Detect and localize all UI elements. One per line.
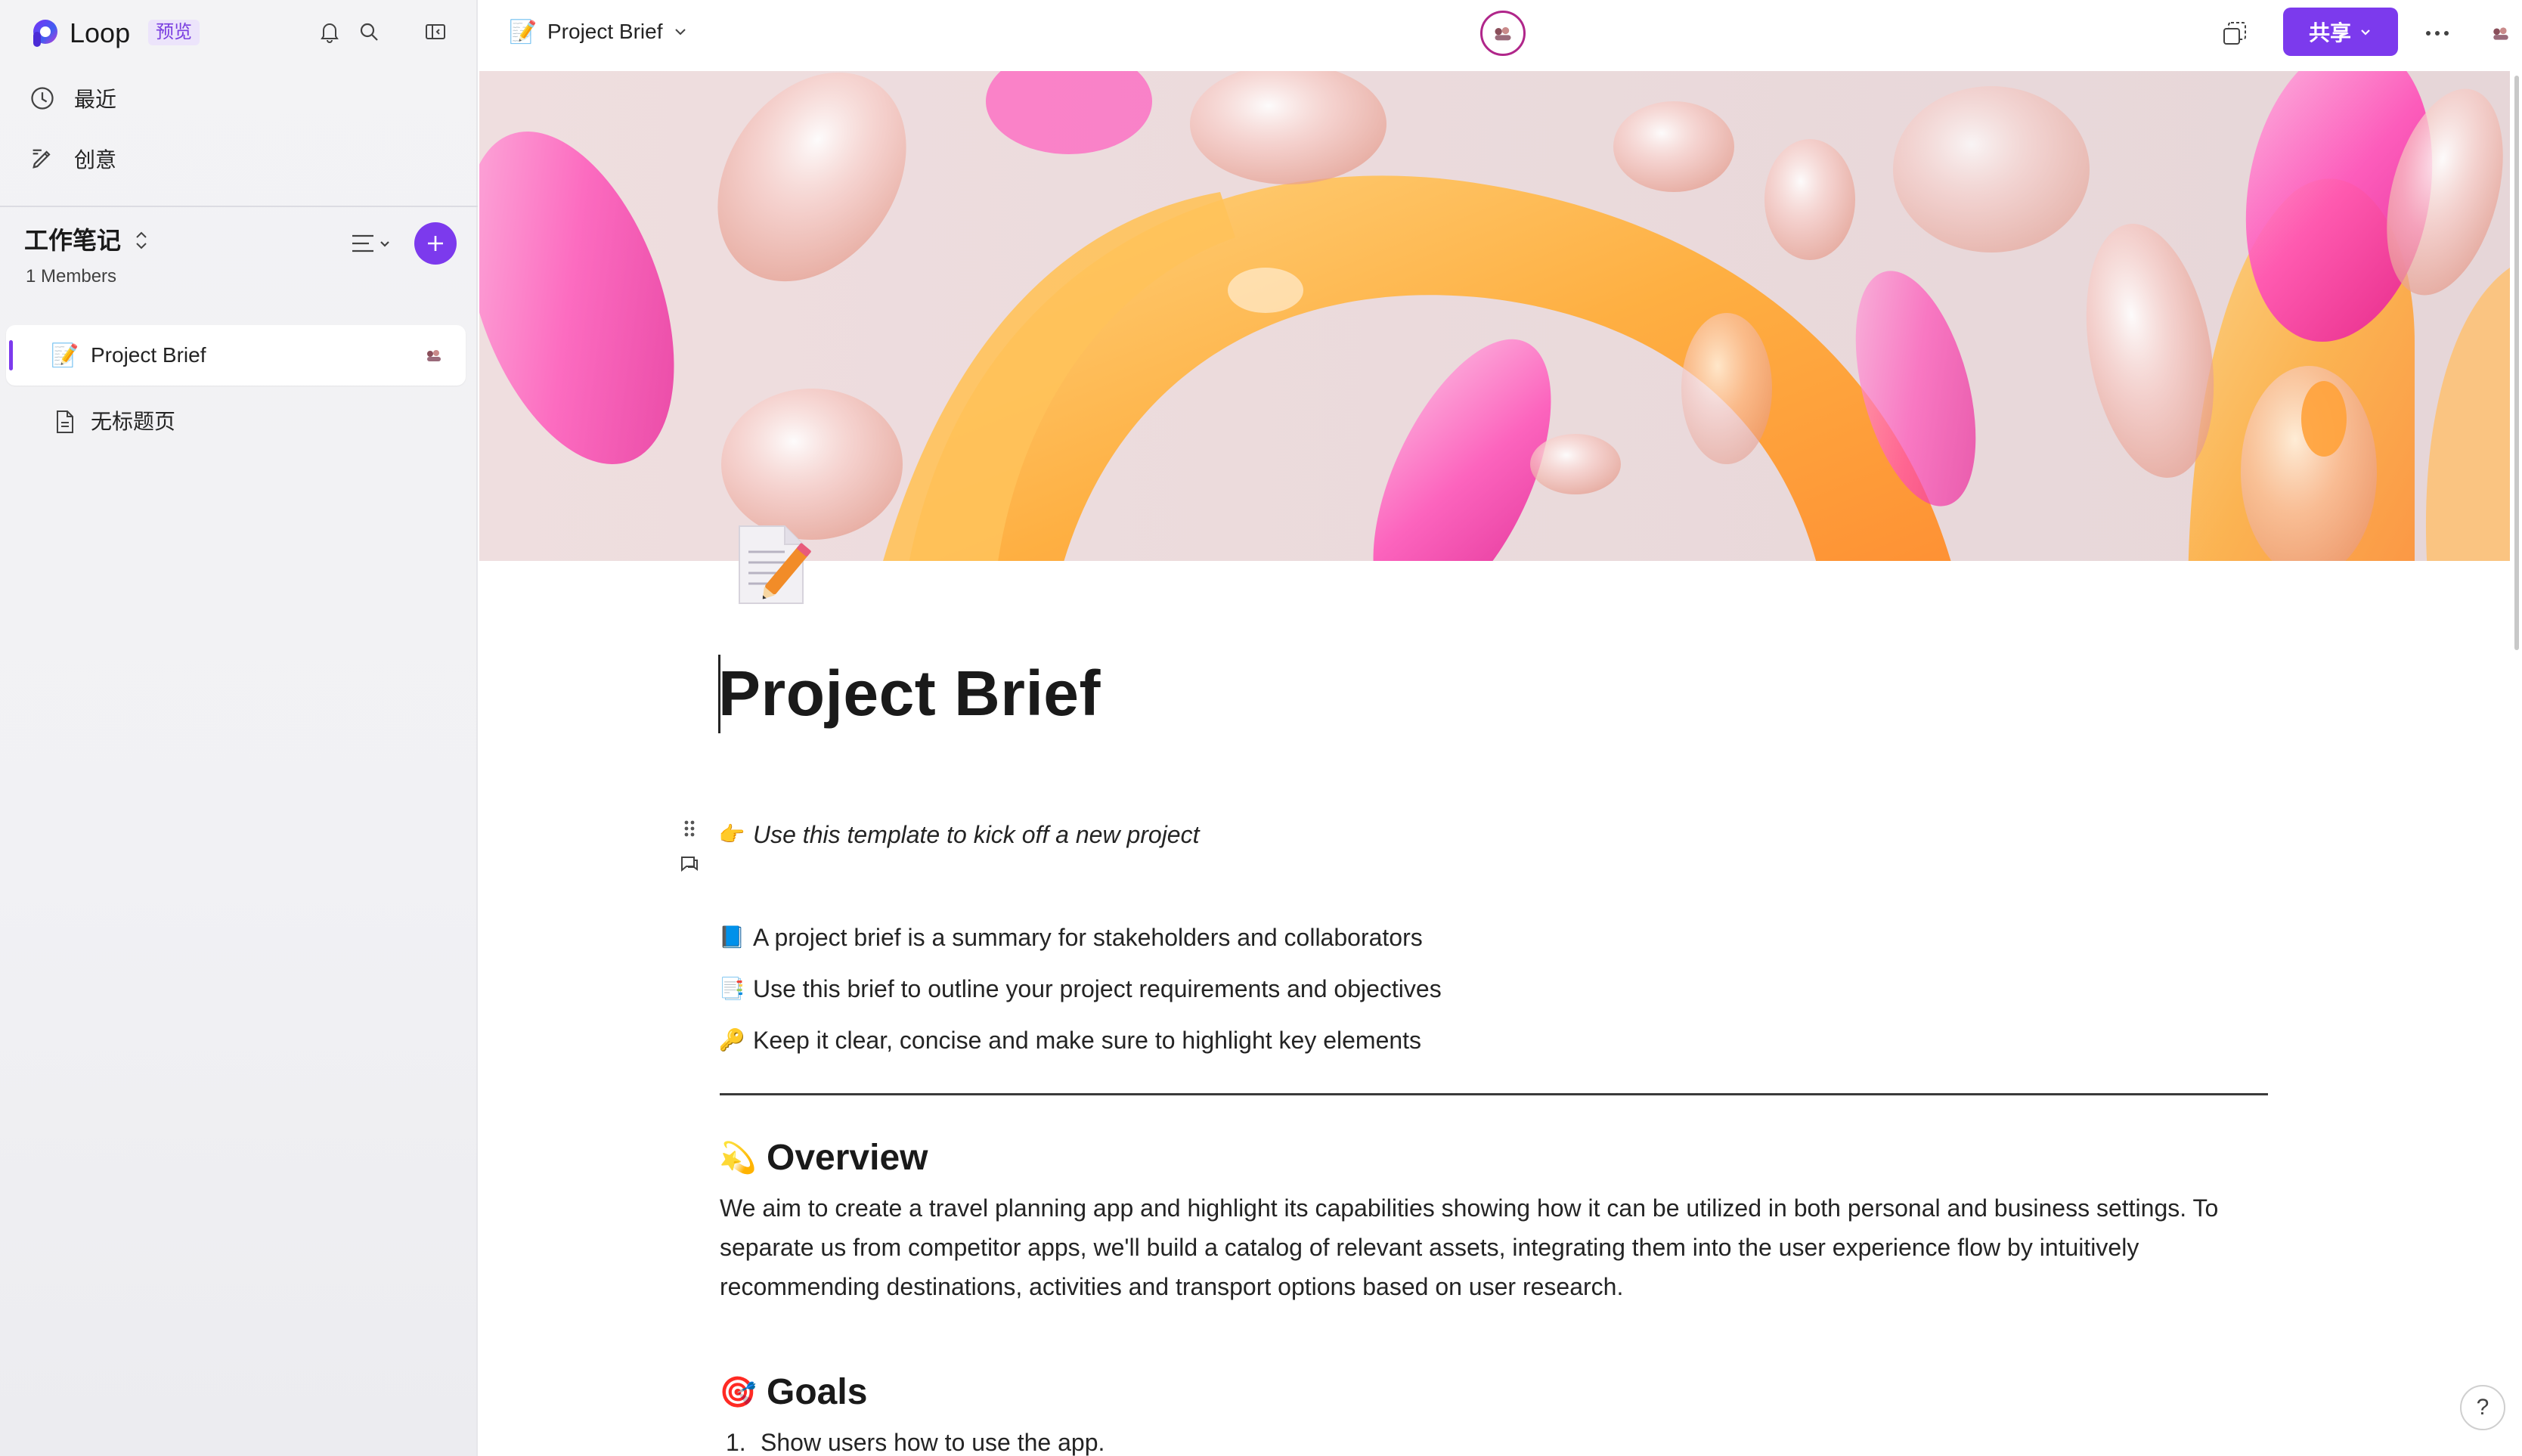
pointing-hand-icon: 👉: [718, 822, 745, 846]
list-item[interactable]: 1. Show users how to use the app.: [726, 1426, 1105, 1456]
loop-logo-icon[interactable]: [27, 17, 60, 50]
active-indicator: [9, 340, 13, 370]
target-icon: 🎯: [719, 1376, 757, 1409]
list-item[interactable]: 🔑 Keep it clear, concise and make sure t…: [718, 1024, 1421, 1057]
workspace-title[interactable]: 工作笔记: [24, 224, 151, 257]
overview-paragraph[interactable]: We aim to create a travel planning app a…: [720, 1188, 2277, 1306]
sidebar-divider: [0, 206, 478, 207]
chevron-down-icon: [674, 29, 686, 36]
plus-icon: [428, 236, 443, 251]
collapse-sidebar-icon[interactable]: [420, 17, 451, 47]
sidebar-header: Loop 预览: [0, 0, 478, 65]
share-button[interactable]: 共享: [2283, 8, 2398, 56]
list-item[interactable]: 📘 A project brief is a summary for stake…: [718, 921, 1423, 954]
key-icon: 🔑: [718, 1028, 745, 1052]
sidebar-page-untitled[interactable]: 无标题页: [6, 392, 466, 452]
sort-options-button[interactable]: [348, 227, 398, 260]
bell-icon[interactable]: [314, 17, 345, 47]
blue-book-icon: 📘: [718, 925, 745, 949]
page-label: 无标题页: [91, 410, 176, 433]
more-options-icon[interactable]: [2419, 15, 2455, 51]
app-name: Loop: [70, 17, 131, 48]
clock-icon: [27, 83, 57, 113]
memo-icon: 📝: [509, 19, 538, 45]
divider: [720, 1093, 2268, 1095]
preview-badge: 预览: [148, 20, 200, 45]
breadcrumb[interactable]: 📝 Project Brief: [509, 15, 689, 48]
document-icon: [50, 407, 80, 437]
nav-item-recent[interactable]: 最近: [27, 76, 116, 121]
drag-handle-icon[interactable]: [680, 818, 699, 839]
memo-icon[interactable]: [729, 517, 813, 608]
collaborator-avatar-icon: [427, 350, 441, 361]
workspace-view-icon[interactable]: [2217, 15, 2253, 51]
top-bar: 📝 Project Brief 共享: [479, 0, 2522, 71]
bookmark-tabs-icon: 📑: [718, 977, 745, 1000]
scrollbar[interactable]: [2514, 76, 2519, 650]
search-icon[interactable]: [354, 17, 384, 47]
nav-item-label: 最近: [74, 88, 117, 111]
list-sort-icon: [352, 234, 389, 252]
help-button[interactable]: ?: [2460, 1385, 2505, 1430]
nav-item-ideas[interactable]: 创意: [27, 136, 116, 181]
dizzy-star-icon: 💫: [719, 1142, 757, 1175]
user-avatar-icon: [2493, 27, 2508, 40]
comment-icon[interactable]: [677, 851, 702, 875]
list-item[interactable]: 📑 Use this brief to outline your project…: [718, 972, 1442, 1005]
list-number: 1.: [726, 1429, 746, 1456]
add-page-button[interactable]: [414, 222, 457, 265]
abstract-glass-shapes-image: [479, 71, 2510, 561]
user-avatar-icon: [1495, 26, 1511, 41]
sidebar-page-project-brief[interactable]: 📝 Project Brief: [6, 325, 466, 386]
callout-line[interactable]: 👉 Use this template to kick off a new pr…: [718, 818, 1200, 851]
presence-avatar[interactable]: [1480, 11, 1526, 56]
memo-icon: 📝: [51, 342, 79, 368]
heading-overview[interactable]: 💫 Overview: [719, 1134, 928, 1182]
heading-goals[interactable]: 🎯 Goals: [719, 1368, 867, 1417]
workspace-members[interactable]: 1 Members: [26, 266, 116, 287]
sidebar: Loop 预览 最近 创意 工作笔记 1 Members 📝 Project B…: [0, 0, 478, 1456]
account-avatar[interactable]: [2483, 15, 2519, 51]
cover-image[interactable]: [479, 71, 2510, 561]
nav-item-label: 创意: [74, 148, 117, 172]
chevron-down-icon: [2361, 29, 2370, 36]
breadcrumb-title: Project Brief: [547, 20, 663, 43]
page-title[interactable]: Project Brief: [718, 652, 1101, 735]
page-label: Project Brief: [91, 343, 206, 367]
expand-collapse-icon: [136, 231, 147, 249]
pen-icon: [27, 144, 57, 174]
